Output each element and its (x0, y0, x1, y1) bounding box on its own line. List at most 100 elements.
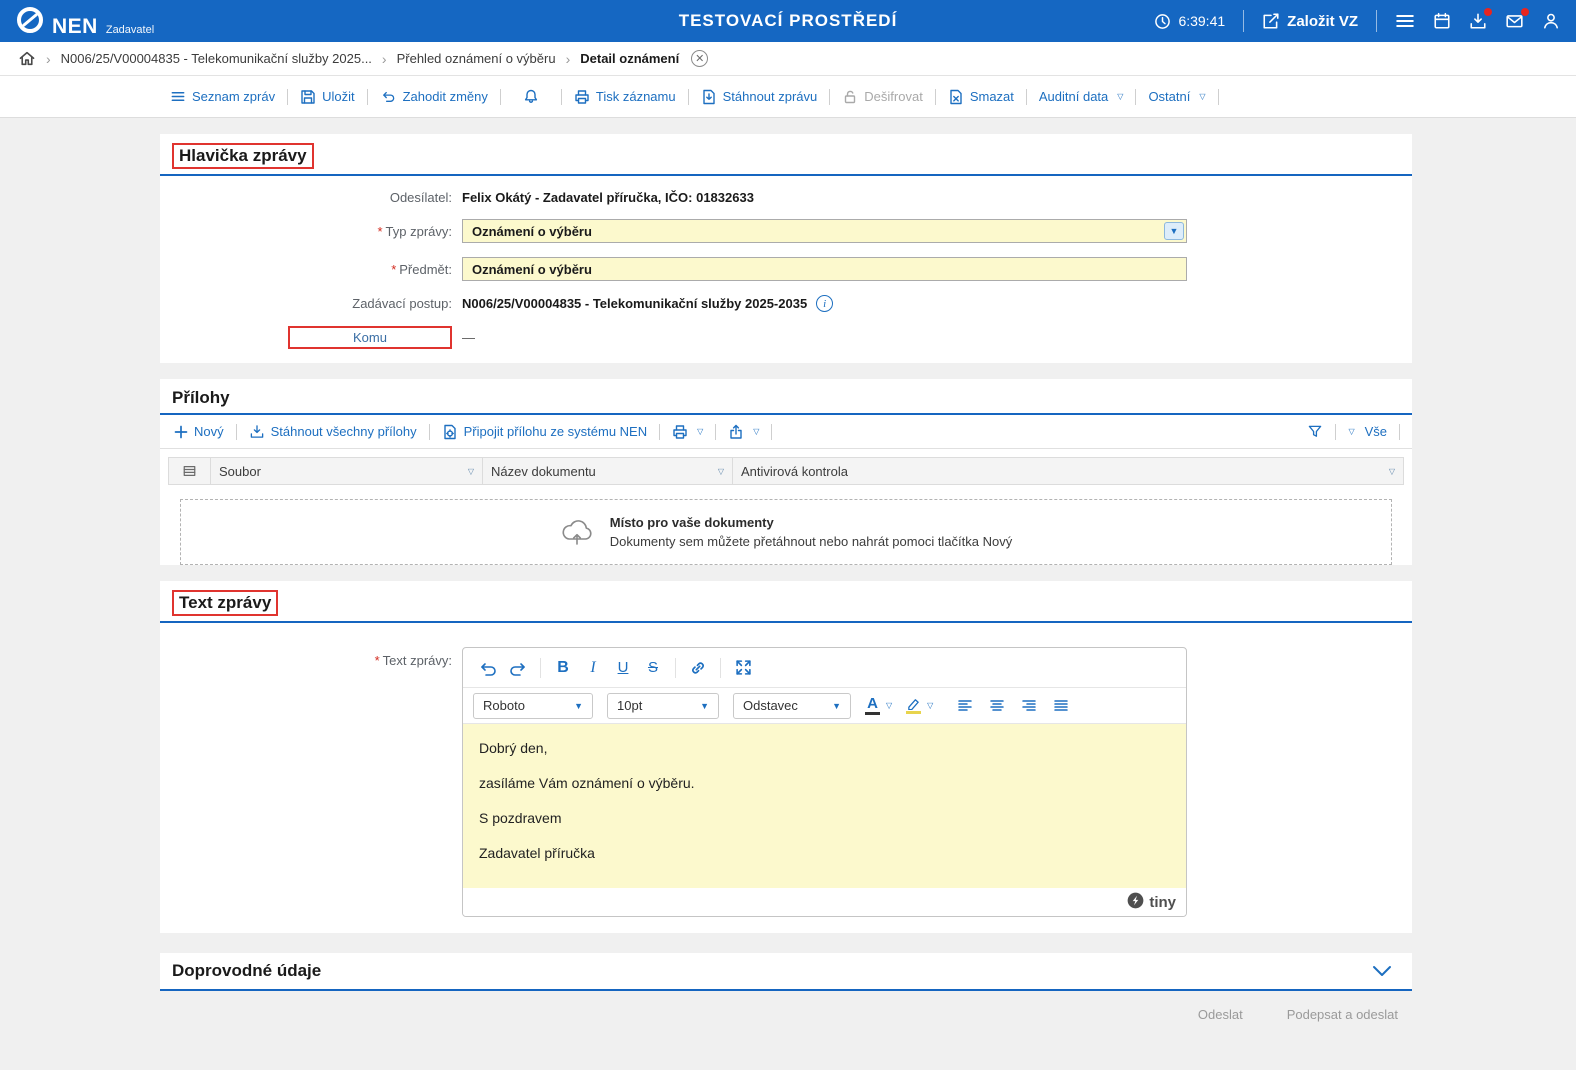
clock-icon (1154, 13, 1171, 30)
messages-badge (1521, 8, 1529, 16)
editor-paragraph: zasíláme Vám oznámení o výběru. (479, 775, 695, 791)
underline-icon[interactable]: U (608, 654, 638, 682)
procedure-row: Zadávací postup: N006/25/V00004835 - Tel… (160, 295, 1412, 312)
downloads-button[interactable] (1469, 8, 1492, 30)
rich-text-editor: B I U S Roboto ▼ 10pt ▼ Odstavec ▼ A ▽ ▽… (462, 647, 1187, 917)
download-all-attachments-button[interactable]: Stáhnout všechny přílohy (247, 424, 419, 439)
user-profile-button[interactable] (1542, 12, 1560, 30)
chevron-down-icon[interactable]: ▽ (468, 467, 474, 476)
highlight-color-button[interactable]: ▽ (906, 697, 933, 714)
notifications-button[interactable] (511, 88, 551, 105)
printer-icon (672, 424, 688, 440)
home-icon[interactable] (18, 50, 36, 67)
other-actions-button[interactable]: Ostatní ▽ (1146, 89, 1207, 104)
chevron-down-icon: ▽ (1348, 426, 1355, 436)
attachments-toolbar: Nový Stáhnout všechny přílohy Připojit p… (160, 415, 1412, 449)
close-tab-icon[interactable]: ✕ (691, 50, 709, 67)
document-download-icon (701, 89, 717, 105)
app-role: Zadavatel (105, 23, 155, 36)
record-toolbar: Seznam zpráv Uložit Zahodit změny Tisk z… (0, 76, 1576, 118)
text-color-button[interactable]: A ▽ (865, 696, 892, 715)
subject-label: * Předmět: (391, 261, 452, 277)
header-divider (1243, 10, 1245, 32)
block-format-select[interactable]: Odstavec ▼ (733, 692, 851, 719)
message-type-select[interactable]: Oznámení o výběru ▼ (462, 219, 1187, 243)
extra-data-section[interactable]: Doprovodné údaje (160, 953, 1412, 991)
messages-button[interactable] (1505, 8, 1529, 30)
chevron-down-icon[interactable]: ▼ (1164, 222, 1184, 240)
header-divider (1376, 10, 1377, 32)
download-message-button[interactable]: Stáhnout zprávu (699, 89, 820, 105)
align-center-icon[interactable] (985, 692, 1009, 720)
recipient-value: — (462, 330, 475, 345)
chevron-down-icon[interactable]: ▽ (1389, 467, 1395, 476)
message-type-label: * Typ zprávy: (377, 223, 452, 239)
message-type-row: * Typ zprávy: Oznámení o výběru ▼ (160, 219, 1412, 243)
footer-actions: Odeslat Podepsat a odeslat (160, 991, 1412, 1022)
attachments-table-header: Soubor ▽ Název dokumentu ▽ Antivirová ko… (168, 457, 1404, 485)
section-title-message-header: Hlavička zprávy (179, 146, 307, 165)
align-justify-icon[interactable] (1049, 692, 1073, 720)
editor-toolbar-row2: Roboto ▼ 10pt ▼ Odstavec ▼ A ▽ ▽ (463, 688, 1186, 724)
chevron-down-icon: ▽ (927, 700, 934, 710)
align-right-icon[interactable] (1017, 692, 1041, 720)
column-settings-button[interactable] (169, 458, 211, 484)
save-button[interactable]: Uložit (298, 89, 357, 105)
message-text-label: * Text zprávy: (374, 653, 452, 668)
link-icon[interactable] (683, 654, 713, 682)
export-attachments-button[interactable]: ▽ (726, 424, 761, 440)
info-icon[interactable]: i (816, 295, 834, 312)
chevron-down-icon[interactable]: ▽ (718, 467, 724, 476)
nen-logo[interactable]: NEN Zadavatel (16, 6, 154, 37)
message-text-editor-content[interactable]: Dobrý den, zasíláme Vám oznámení o výběr… (463, 724, 1186, 888)
chevron-down-icon[interactable] (1372, 965, 1392, 977)
send-button[interactable]: Odeslat (1198, 1007, 1243, 1022)
column-header-file[interactable]: Soubor ▽ (211, 458, 483, 484)
print-attachments-button[interactable]: ▽ (670, 424, 705, 440)
attach-from-nen-button[interactable]: Připojit přílohu ze systému NEN (440, 424, 650, 440)
calendar-button[interactable] (1433, 12, 1451, 30)
attach-document-icon (442, 424, 458, 440)
message-header-section: Hlavička zprávy Odesílatel: Felix Okátý … (160, 134, 1412, 363)
bold-icon[interactable]: B (548, 654, 578, 682)
recipient-link[interactable]: Komu (288, 326, 452, 349)
undo-icon[interactable] (473, 654, 503, 682)
font-family-select[interactable]: Roboto ▼ (473, 692, 593, 719)
font-size-select[interactable]: 10pt ▼ (607, 692, 719, 719)
message-list-button[interactable]: Seznam zpráv (168, 89, 277, 104)
highlighter-icon (906, 697, 922, 714)
fullscreen-icon[interactable] (728, 654, 758, 682)
session-timer[interactable]: 6:39:41 (1154, 13, 1225, 30)
strikethrough-icon[interactable]: S (638, 654, 668, 682)
breadcrumb-item-overview[interactable]: Přehled oznámení o výběru (397, 51, 556, 66)
print-record-button[interactable]: Tisk záznamu (572, 89, 678, 105)
discard-changes-button[interactable]: Zahodit změny (378, 89, 490, 104)
chevron-down-icon: ▽ (1199, 91, 1206, 101)
audit-data-button[interactable]: Auditní data ▽ (1037, 89, 1126, 104)
sender-value: Felix Okátý - Zadavatel příručka, IČO: 0… (462, 190, 754, 205)
align-left-icon[interactable] (953, 692, 977, 720)
filter-button[interactable] (1305, 424, 1325, 439)
attachments-dropzone[interactable]: Místo pro vaše dokumenty Dokumenty sem m… (180, 499, 1392, 565)
recipient-label-wrap: Komu (160, 326, 452, 349)
italic-icon[interactable]: I (578, 654, 608, 682)
annotation-box: Hlavička zprávy (172, 143, 314, 169)
column-header-docname[interactable]: Název dokumentu ▽ (483, 458, 733, 484)
app-window: NEN Zadavatel TESTOVACÍ PROSTŘEDÍ 6:39:4… (0, 0, 1576, 1070)
chevron-right-icon: › (565, 50, 571, 67)
dropzone-title: Místo pro vaše dokumenty (609, 515, 774, 530)
subject-input[interactable] (462, 257, 1187, 281)
create-vz-button[interactable]: Založit VZ (1262, 12, 1358, 30)
redo-icon[interactable] (503, 654, 533, 682)
new-attachment-button[interactable]: Nový (172, 424, 226, 439)
sign-and-send-button[interactable]: Podepsat a odeslat (1287, 1007, 1398, 1022)
breadcrumb: › N006/25/V00004835 - Telekomunikační sl… (0, 42, 1576, 76)
column-header-antivirus[interactable]: Antivirová kontrola ▽ (733, 458, 1403, 484)
chevron-down-icon: ▽ (697, 426, 704, 436)
breadcrumb-item-procedure[interactable]: N006/25/V00004835 - Telekomunikační služ… (61, 51, 372, 66)
delete-button[interactable]: Smazat (946, 89, 1016, 105)
show-all-filter-button[interactable]: ▽ Vše (1346, 424, 1389, 439)
main-menu-button[interactable] (1395, 12, 1415, 30)
section-title-message-text: Text zprávy (179, 593, 272, 612)
plus-icon (174, 425, 188, 439)
